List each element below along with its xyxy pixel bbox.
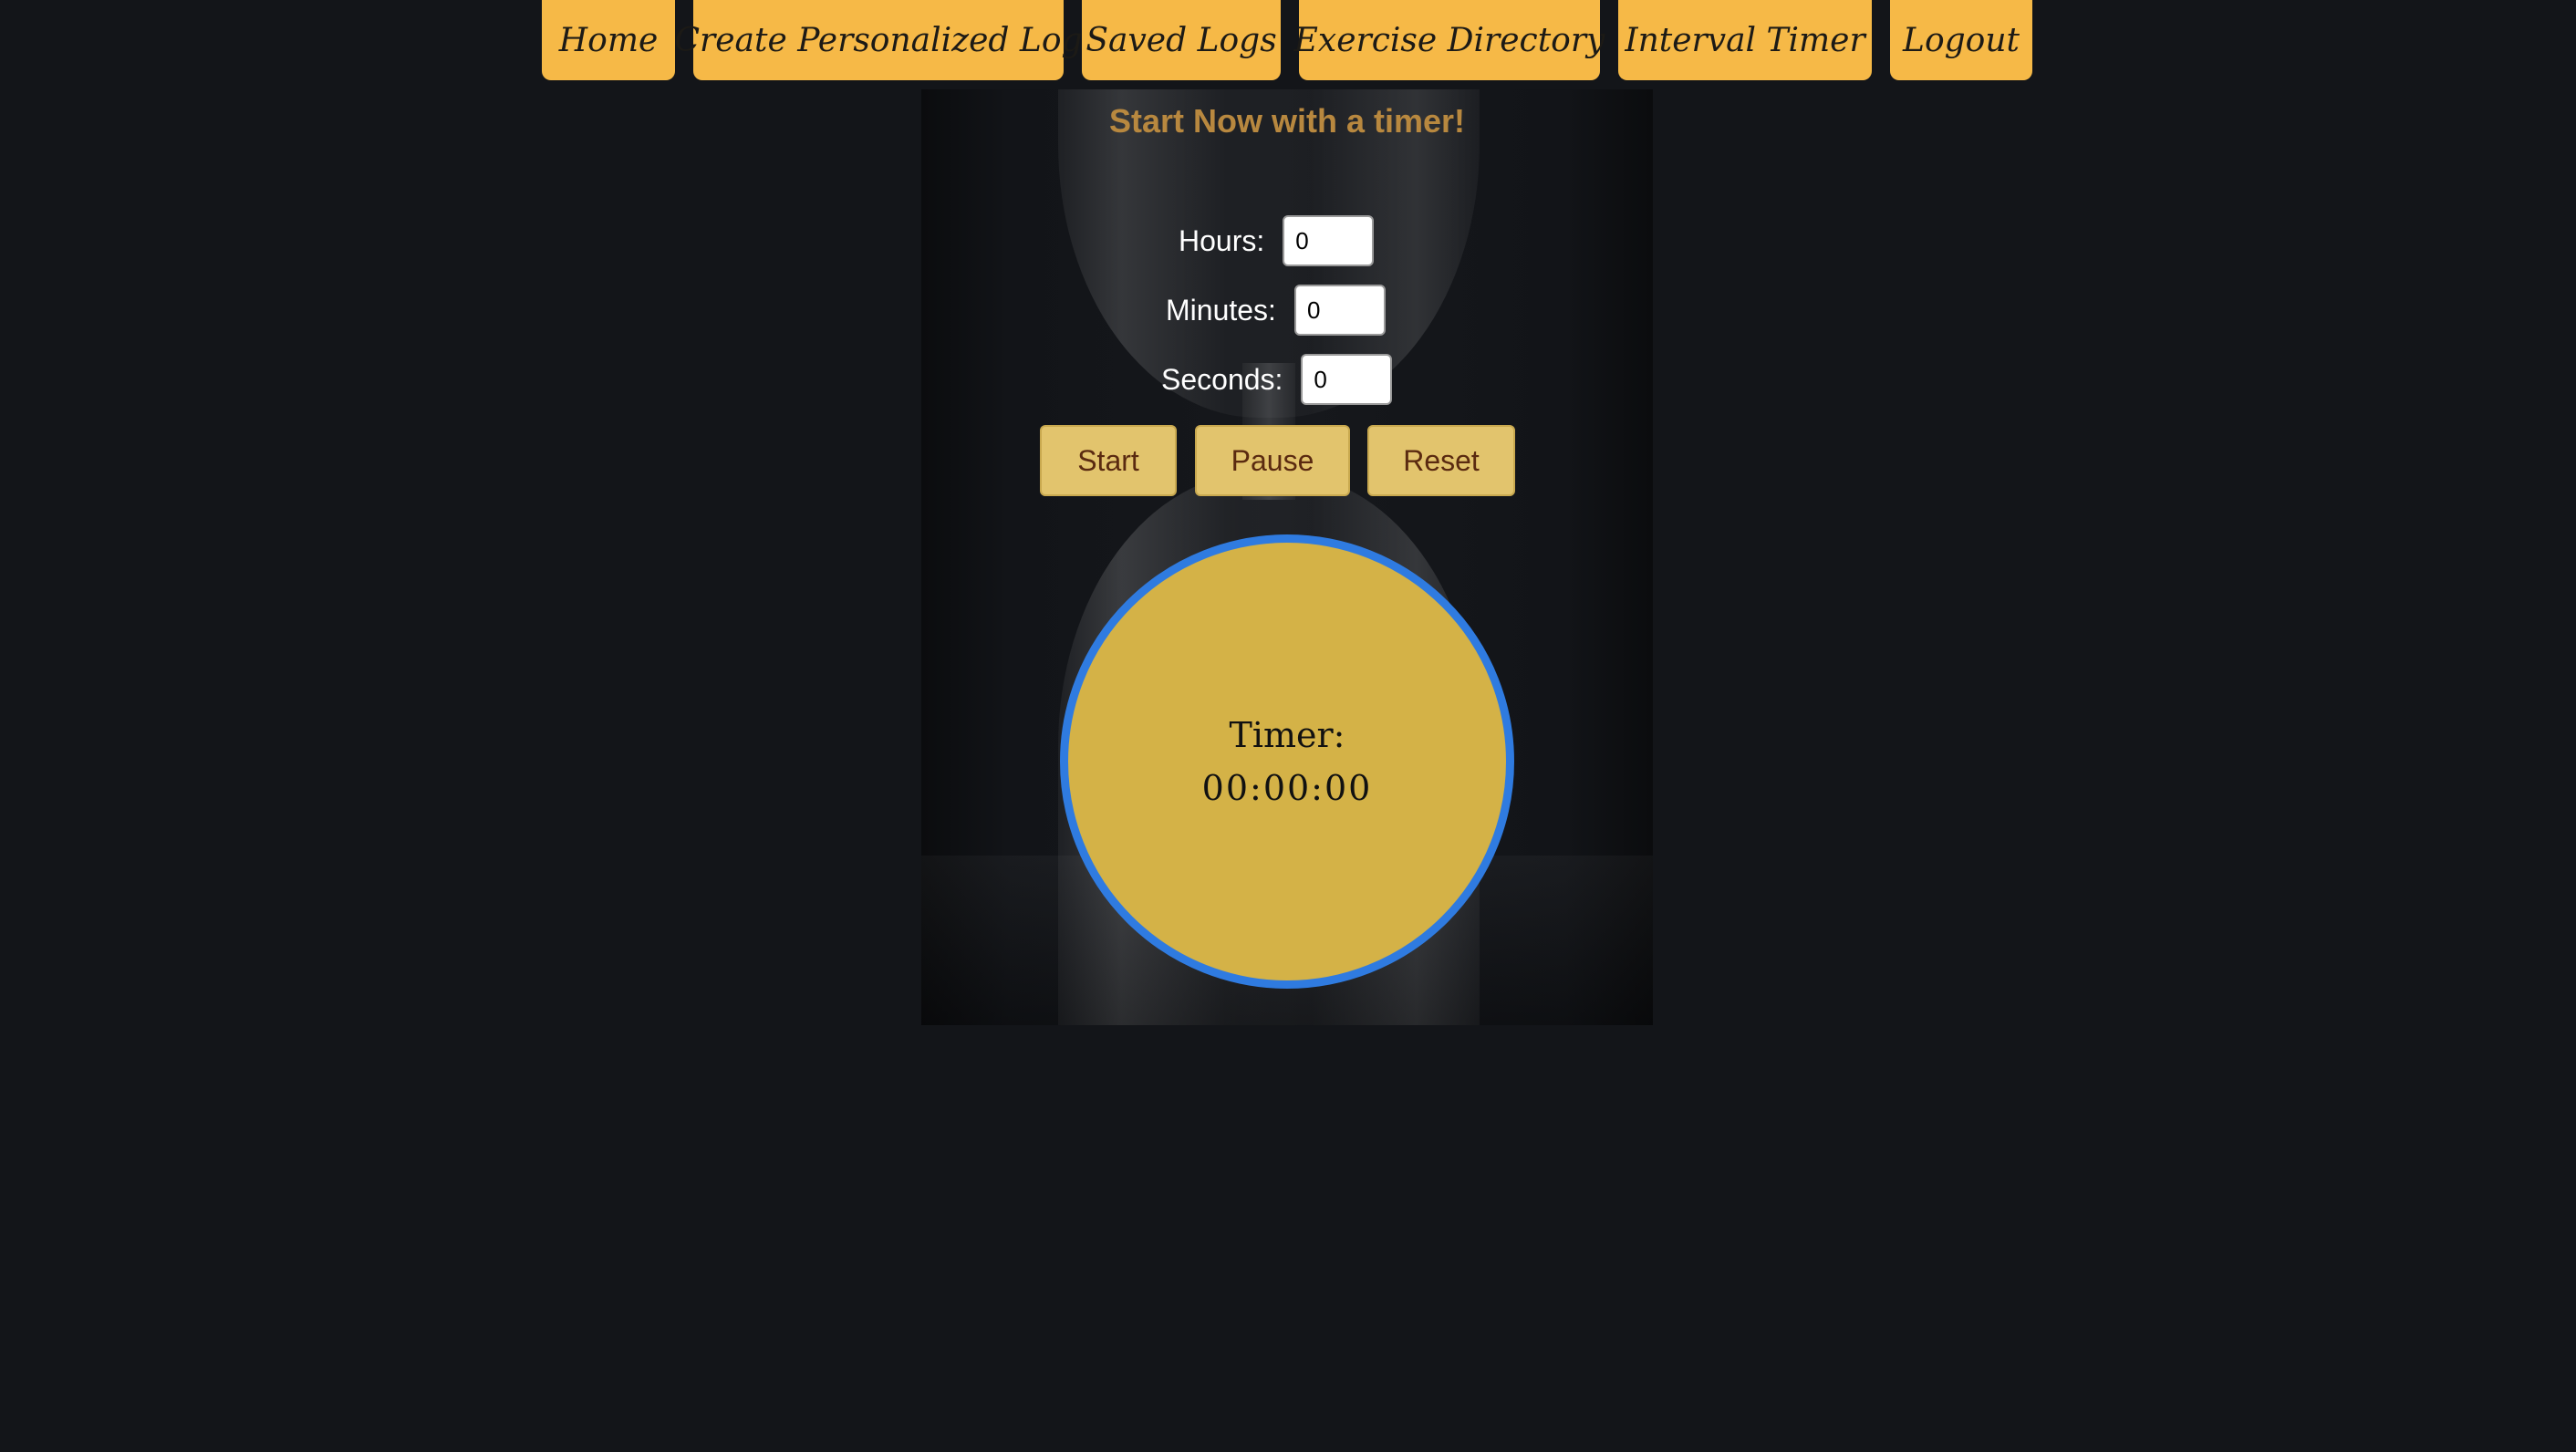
page: Home Create Personalized Log Saved Logs … bbox=[0, 0, 2576, 1452]
start-button[interactable]: Start bbox=[1040, 425, 1177, 496]
page-title: Start Now with a timer! bbox=[1108, 102, 1466, 140]
reset-button[interactable]: Reset bbox=[1367, 425, 1515, 496]
nav-logout-button[interactable]: Logout bbox=[1890, 0, 2032, 80]
seconds-row: Seconds: bbox=[1161, 354, 1393, 405]
seconds-label: Seconds: bbox=[1161, 362, 1283, 396]
top-nav: Home Create Personalized Log Saved Logs … bbox=[542, 0, 2032, 80]
timer-value: 00:00:00 bbox=[1201, 768, 1373, 808]
nav-create-log-button[interactable]: Create Personalized Log bbox=[674, 0, 1083, 80]
hours-label: Hours: bbox=[1179, 223, 1265, 257]
hours-row: Hours: bbox=[1179, 215, 1375, 266]
nav-saved-logs-button[interactable]: Saved Logs bbox=[1082, 0, 1281, 80]
minutes-label: Minutes: bbox=[1166, 293, 1276, 327]
timer-label: Timer: bbox=[1229, 715, 1345, 755]
seconds-input[interactable] bbox=[1301, 354, 1393, 405]
timer-display: Timer: 00:00:00 bbox=[1060, 534, 1514, 989]
nav-exercise-directory-button[interactable]: Exercise Directory bbox=[1294, 0, 1605, 80]
pause-button[interactable]: Pause bbox=[1195, 425, 1350, 496]
nav-interval-timer-button[interactable]: Interval Timer bbox=[1618, 0, 1872, 80]
timer-panel: Start Now with a timer! Hours: Minutes: … bbox=[921, 89, 1653, 1025]
minutes-input[interactable] bbox=[1293, 285, 1386, 336]
minutes-row: Minutes: bbox=[1166, 285, 1386, 336]
hours-input[interactable] bbox=[1283, 215, 1375, 266]
nav-home-button[interactable]: Home bbox=[542, 0, 675, 80]
